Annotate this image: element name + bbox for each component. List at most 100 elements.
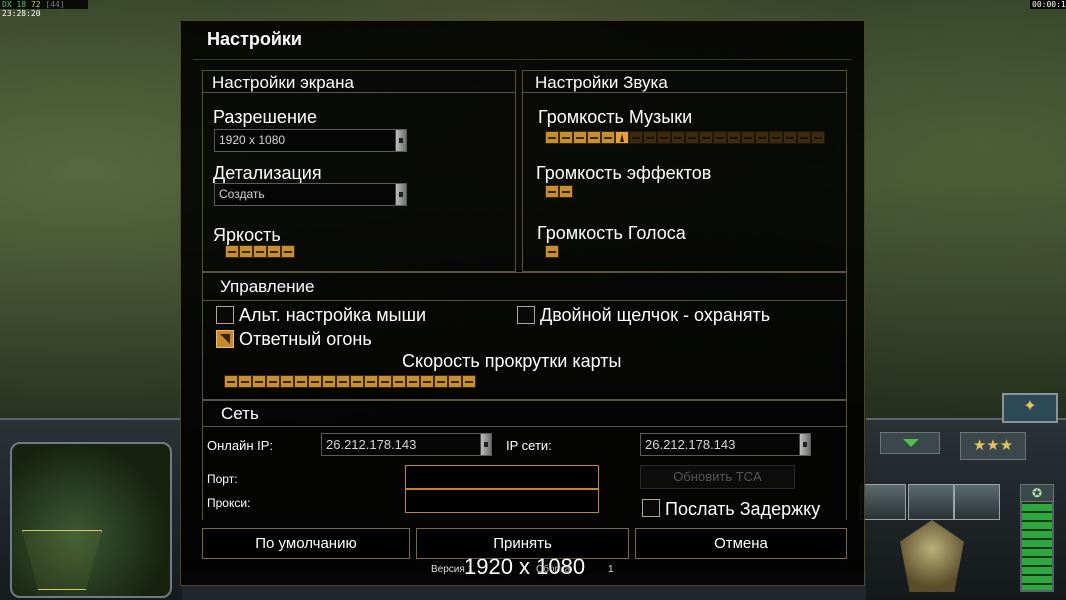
- slider-segment[interactable]: [657, 131, 671, 144]
- slider-segment[interactable]: [769, 131, 783, 144]
- slider-segment[interactable]: [225, 245, 239, 258]
- resolution-label: Разрешение: [213, 107, 317, 127]
- slider-segment[interactable]: [378, 375, 392, 388]
- slider-segment[interactable]: [741, 131, 755, 144]
- version-suffix: 1: [608, 564, 614, 575]
- slider-segment[interactable]: [238, 375, 252, 388]
- slider-segment[interactable]: [727, 131, 741, 144]
- alt-mouse-checkbox[interactable]: [216, 306, 234, 324]
- slider-segment[interactable]: [615, 131, 629, 144]
- slider-segment[interactable]: [713, 131, 727, 144]
- fps-mode: DX: [2, 0, 12, 9]
- dropdown-arrow-icon[interactable]: [395, 184, 406, 205]
- online-ip-label: Онлайн IP:: [207, 438, 274, 453]
- slider-segment[interactable]: [266, 375, 280, 388]
- build-card-2[interactable]: [908, 484, 954, 520]
- game-screen: DX 18 72 [44] 23:28:20 00:00:15 ✦ ★★★ ✪ …: [0, 0, 1066, 600]
- dropdown-arrow-icon[interactable]: [799, 434, 810, 455]
- double-click-checkbox[interactable]: [517, 306, 535, 324]
- slider-segment[interactable]: [699, 131, 713, 144]
- online-ip-dropdown[interactable]: 26.212.178.143: [321, 433, 492, 456]
- slider-segment[interactable]: [294, 375, 308, 388]
- slider-segment[interactable]: [239, 245, 253, 258]
- fps-value: 18: [16, 0, 27, 9]
- voice-volume-slider[interactable]: [545, 245, 559, 259]
- general-rank-icon[interactable]: ✦: [1002, 393, 1058, 423]
- sound-settings-panel: Настройки Звука Громкость Музыки Громкос…: [522, 70, 847, 272]
- slider-segment[interactable]: [392, 375, 406, 388]
- dropdown-arrow-icon[interactable]: [480, 434, 491, 455]
- build-card-3[interactable]: [954, 484, 1000, 520]
- slider-segment[interactable]: [685, 131, 699, 144]
- defaults-button[interactable]: По умолчанию: [202, 528, 410, 559]
- dialog-title: Настройки: [207, 29, 302, 49]
- slider-segment[interactable]: [811, 131, 825, 144]
- slider-segment[interactable]: [364, 375, 378, 388]
- voice-volume-label: Громкость Голоса: [537, 223, 686, 243]
- slider-segment[interactable]: [462, 375, 476, 388]
- brightness-label: Яркость: [213, 225, 281, 245]
- lan-ip-dropdown[interactable]: 26.212.178.143: [640, 433, 811, 456]
- options-dialog: Настройки Настройки экрана Разрешение 19…: [180, 20, 865, 586]
- slider-segment[interactable]: [643, 131, 657, 144]
- slider-segment[interactable]: [308, 375, 322, 388]
- slider-segment[interactable]: [448, 375, 462, 388]
- slider-segment[interactable]: [545, 185, 559, 198]
- sound-settings-header: Настройки Звука: [523, 71, 846, 93]
- build-card-1[interactable]: [860, 484, 906, 520]
- slider-segment[interactable]: [434, 375, 448, 388]
- retaliation-checkbox[interactable]: [216, 330, 234, 348]
- slider-segment[interactable]: [545, 131, 559, 144]
- slider-segment[interactable]: [573, 131, 587, 144]
- display-settings-header: Настройки экрана: [203, 71, 515, 93]
- port-label: Порт:: [207, 472, 238, 486]
- lan-ip-value: 26.212.178.143: [645, 437, 736, 452]
- detail-dropdown[interactable]: Создать: [214, 183, 407, 206]
- slider-segment[interactable]: [281, 245, 295, 258]
- title-divider: [193, 59, 852, 60]
- slider-segment[interactable]: [629, 131, 643, 144]
- send-delay-checkbox[interactable]: [642, 499, 660, 517]
- slider-segment[interactable]: [322, 375, 336, 388]
- detail-value: Создать: [219, 187, 265, 201]
- slider-segment[interactable]: [783, 131, 797, 144]
- slider-segment[interactable]: [224, 375, 238, 388]
- retaliation-label: Ответный огонь: [239, 329, 372, 349]
- effects-volume-label: Громкость эффектов: [536, 163, 712, 183]
- proxy-input[interactable]: [405, 489, 599, 513]
- slider-segment[interactable]: [280, 375, 294, 388]
- slider-segment[interactable]: [671, 131, 685, 144]
- scroll-speed-slider[interactable]: [224, 375, 476, 389]
- slider-segment[interactable]: [406, 375, 420, 388]
- fps-counter: DX 18 72 [44] 23:28:20: [0, 0, 88, 18]
- slider-segment[interactable]: [350, 375, 364, 388]
- detail-label: Детализация: [213, 163, 322, 183]
- dropdown-arrow-icon[interactable]: [395, 130, 406, 151]
- cancel-button[interactable]: Отмена: [635, 528, 847, 559]
- network-panel: Сеть Онлайн IP: 26.212.178.143 IP сети: …: [202, 400, 847, 520]
- slider-segment[interactable]: [252, 375, 266, 388]
- slider-segment[interactable]: [420, 375, 434, 388]
- slider-segment[interactable]: [545, 245, 559, 258]
- sidebar-toggle-button[interactable]: [880, 432, 940, 454]
- slider-segment[interactable]: [559, 185, 573, 198]
- slider-segment[interactable]: [587, 131, 601, 144]
- update-tca-button[interactable]: Обновить TCA: [640, 465, 795, 489]
- scroll-speed-label: Скорость прокрутки карты: [402, 351, 622, 371]
- port-input[interactable]: [405, 465, 599, 489]
- slider-segment[interactable]: [755, 131, 769, 144]
- radar-panel: [0, 418, 182, 600]
- fps-limit: 72: [30, 0, 41, 9]
- effects-volume-slider[interactable]: [545, 185, 573, 199]
- slider-segment[interactable]: [559, 131, 573, 144]
- resolution-dropdown[interactable]: 1920 x 1080: [214, 129, 407, 152]
- brightness-slider[interactable]: [225, 245, 295, 259]
- display-settings-panel: Настройки экрана Разрешение 1920 x 1080 …: [202, 70, 516, 272]
- slider-segment[interactable]: [253, 245, 267, 258]
- music-volume-slider[interactable]: [545, 131, 825, 145]
- slider-segment[interactable]: [797, 131, 811, 144]
- slider-segment[interactable]: [601, 131, 615, 144]
- power-star-icon: ✪: [1020, 484, 1054, 502]
- slider-segment[interactable]: [267, 245, 281, 258]
- slider-segment[interactable]: [336, 375, 350, 388]
